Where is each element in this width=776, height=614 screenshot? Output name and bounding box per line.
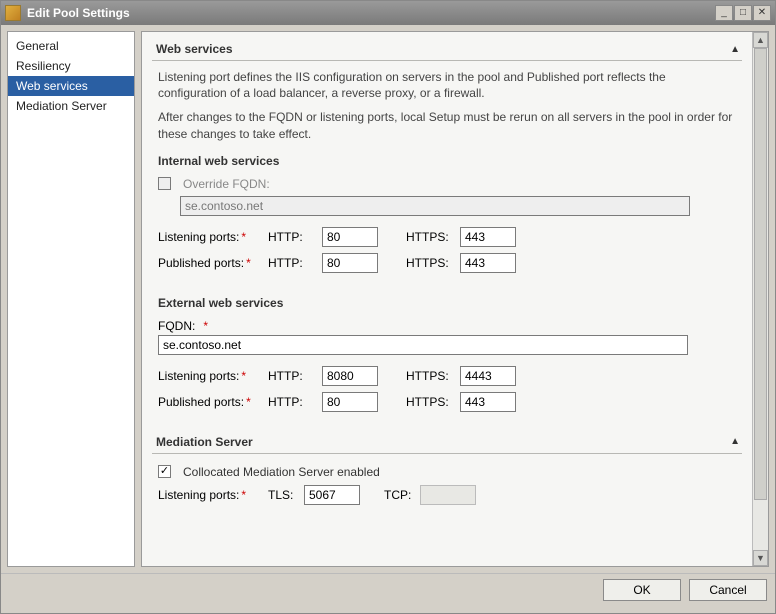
internal-listen-http-label: HTTP: bbox=[268, 230, 316, 244]
collocated-label: Collocated Mediation Server enabled bbox=[183, 465, 380, 479]
sidebar-item-mediation-server[interactable]: Mediation Server bbox=[8, 96, 134, 116]
maximize-button[interactable]: □ bbox=[734, 5, 752, 21]
sidebar-item-resiliency[interactable]: Resiliency bbox=[8, 56, 134, 76]
tls-label: TLS: bbox=[268, 488, 298, 502]
external-pub-http-input[interactable] bbox=[322, 392, 378, 412]
external-pub-https-label: HTTPS: bbox=[406, 395, 454, 409]
internal-pub-https-label: HTTPS: bbox=[406, 256, 454, 270]
external-listen-http-input[interactable] bbox=[322, 366, 378, 386]
tls-port-input[interactable] bbox=[304, 485, 360, 505]
web-desc-2: After changes to the FQDN or listening p… bbox=[152, 109, 742, 141]
collocated-checkbox[interactable]: ✓ bbox=[158, 465, 171, 478]
section-header-mediation[interactable]: Mediation Server ▲ bbox=[152, 431, 742, 454]
internal-pub-https-input[interactable] bbox=[460, 253, 516, 273]
close-button[interactable]: ✕ bbox=[753, 5, 771, 21]
override-fqdn-label: Override FQDN: bbox=[183, 177, 270, 191]
external-fqdn-input[interactable] bbox=[158, 335, 688, 355]
web-desc-1: Listening port defines the IIS configura… bbox=[152, 69, 742, 101]
main-pane: Web services ▲ Listening port defines th… bbox=[141, 31, 769, 567]
nav-sidebar: General Resiliency Web services Mediatio… bbox=[7, 31, 135, 567]
external-pub-http-label: HTTP: bbox=[268, 395, 316, 409]
scroll-thumb[interactable] bbox=[754, 48, 767, 500]
external-heading: External web services bbox=[152, 292, 742, 316]
override-fqdn-checkbox[interactable] bbox=[158, 177, 171, 190]
collapse-icon: ▲ bbox=[730, 436, 740, 447]
minimize-button[interactable]: _ bbox=[715, 5, 733, 21]
external-listen-https-label: HTTPS: bbox=[406, 369, 454, 383]
tcp-label: TCP: bbox=[384, 488, 414, 502]
internal-listen-https-input[interactable] bbox=[460, 227, 516, 247]
external-pub-https-input[interactable] bbox=[460, 392, 516, 412]
tcp-port-input bbox=[420, 485, 476, 505]
window-title: Edit Pool Settings bbox=[27, 6, 130, 20]
cancel-button[interactable]: Cancel bbox=[689, 579, 767, 601]
external-fqdn-label: FQDN: bbox=[158, 319, 195, 333]
internal-listen-http-input[interactable] bbox=[322, 227, 378, 247]
mediation-listening-label: Listening ports: bbox=[158, 488, 239, 502]
ok-button[interactable]: OK bbox=[603, 579, 681, 601]
internal-heading: Internal web services bbox=[152, 150, 742, 174]
external-published-label: Published ports: bbox=[158, 395, 244, 409]
scroll-up-arrow-icon[interactable]: ▲ bbox=[753, 32, 768, 48]
external-listen-http-label: HTTP: bbox=[268, 369, 316, 383]
titlebar: Edit Pool Settings _ □ ✕ bbox=[1, 1, 775, 25]
external-listen-https-input[interactable] bbox=[460, 366, 516, 386]
internal-fqdn-input bbox=[180, 196, 690, 216]
app-icon bbox=[5, 5, 21, 21]
sidebar-item-general[interactable]: General bbox=[8, 36, 134, 56]
scroll-down-arrow-icon[interactable]: ▼ bbox=[753, 550, 768, 566]
external-listening-label: Listening ports: bbox=[158, 369, 239, 383]
internal-listening-label: Listening ports: bbox=[158, 230, 239, 244]
section-title-mediation: Mediation Server bbox=[156, 435, 253, 449]
collapse-icon: ▲ bbox=[730, 44, 740, 55]
internal-listen-https-label: HTTPS: bbox=[406, 230, 454, 244]
internal-published-label: Published ports: bbox=[158, 256, 244, 270]
dialog-button-bar: OK Cancel bbox=[1, 573, 775, 605]
internal-pub-http-label: HTTP: bbox=[268, 256, 316, 270]
sidebar-item-web-services[interactable]: Web services bbox=[8, 76, 134, 96]
vertical-scrollbar[interactable]: ▲ ▼ bbox=[752, 32, 768, 566]
internal-pub-http-input[interactable] bbox=[322, 253, 378, 273]
section-title-web: Web services bbox=[156, 42, 233, 56]
section-header-web[interactable]: Web services ▲ bbox=[152, 38, 742, 61]
